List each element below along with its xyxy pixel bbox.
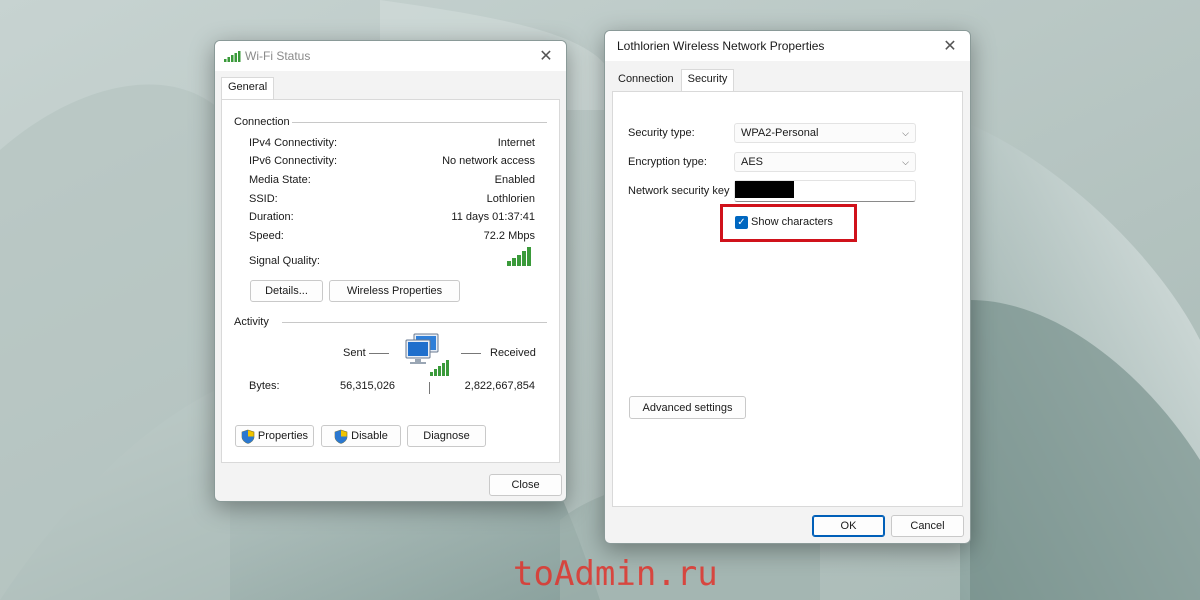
ssid-value: Lothlorien [486,193,535,205]
encryption-type-select[interactable]: AES ⌵ [734,152,916,172]
close-icon[interactable]: ✕ [534,44,558,68]
activity-separator [429,382,430,394]
received-line [461,353,481,354]
signal-quality-icon [506,245,534,270]
general-panel: Connection IPv4 Connectivity: Internet I… [221,99,560,463]
activity-heading: Activity [234,316,269,328]
sent-line [369,353,389,354]
encryption-type-label: Encryption type: [628,156,707,168]
network-properties-tabs: Connection Security [605,69,970,91]
bytes-label: Bytes: [249,380,280,392]
watermark: toAdmin.ru [513,554,718,594]
media-state-label: Media State: [249,174,311,186]
sent-label: Sent [343,347,366,359]
bytes-received-value: 2,822,667,854 [464,380,535,392]
ok-button[interactable]: OK [812,515,885,537]
security-type-select[interactable]: WPA2-Personal ⌵ [734,123,916,143]
disable-button-label: Disable [351,430,388,442]
divider [282,322,547,323]
security-type-label: Security type: [628,127,695,139]
duration-label: Duration: [249,211,294,223]
diagnose-button[interactable]: Diagnose [407,425,486,447]
details-button[interactable]: Details... [250,280,323,302]
show-characters-label: Show characters [751,216,833,228]
speed-value: 72.2 Mbps [483,230,535,242]
connection-heading: Connection [234,116,290,128]
tab-security[interactable]: Security [680,69,735,91]
shield-icon [241,429,255,444]
media-state-value: Enabled [494,174,535,186]
tab-connection[interactable]: Connection [611,69,681,91]
advanced-settings-button[interactable]: Advanced settings [629,396,746,419]
duration-value: 11 days 01:37:41 [451,211,535,223]
divider [292,122,547,123]
redacted-key [735,181,794,198]
wifi-signal-icon [223,49,241,63]
network-security-key-label: Network security key [628,185,730,197]
close-icon[interactable]: ✕ [938,34,962,58]
wifi-status-tabs: General [215,77,566,99]
network-computer-icon [404,332,454,383]
encryption-type-value: AES [741,156,764,168]
network-properties-title: Lothlorien Wireless Network Properties [617,39,825,53]
wifi-status-window: Wi-Fi Status ✕ General Connection IPv4 C… [214,40,567,502]
ipv4-label: IPv4 Connectivity: [249,137,338,149]
chevron-down-icon: ⌵ [902,127,909,138]
security-type-value: WPA2-Personal [741,127,819,139]
properties-button-label: Properties [257,430,309,442]
network-properties-titlebar: Lothlorien Wireless Network Properties ✕ [605,31,970,61]
ssid-label: SSID: [249,193,278,205]
wifi-status-titlebar: Wi-Fi Status ✕ [215,41,566,71]
ipv6-value: No network access [442,155,535,167]
ipv4-value: Internet [497,137,535,149]
disable-button[interactable]: Disable [321,425,401,447]
shield-icon [334,429,348,444]
bytes-sent-value: 56,315,026 [340,380,396,392]
ipv6-label: IPv6 Connectivity: [249,155,338,167]
signal-quality-label: Signal Quality: [249,255,320,267]
wireless-properties-button[interactable]: Wireless Properties [329,280,460,302]
show-characters-checkbox[interactable]: ✓ [735,216,748,229]
desktop-wallpaper [0,0,1200,600]
cancel-button[interactable]: Cancel [891,515,964,537]
chevron-down-icon: ⌵ [902,156,909,167]
network-properties-window: Lothlorien Wireless Network Properties ✕… [604,30,971,544]
tab-general[interactable]: General [221,77,275,99]
checkmark-icon: ✓ [737,217,746,228]
close-button[interactable]: Close [489,474,562,496]
speed-label: Speed: [249,230,284,242]
properties-button[interactable]: Properties [235,425,314,447]
security-panel: Security type: WPA2-Personal ⌵ Encryptio… [612,91,963,507]
wifi-status-title: Wi-Fi Status [245,49,311,63]
received-label: Received [490,347,536,359]
